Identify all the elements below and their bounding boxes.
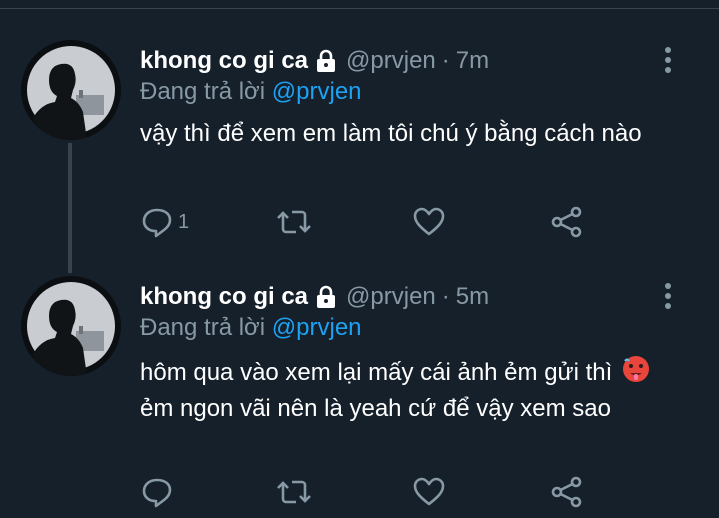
share-icon[interactable] bbox=[550, 475, 584, 509]
like-button[interactable] bbox=[412, 204, 446, 240]
separator-dot: · bbox=[441, 283, 450, 310]
timestamp[interactable]: 5m bbox=[456, 283, 489, 311]
tweet[interactable]: khong co gi ca @prvjen · 7m Đang trả lời… bbox=[0, 36, 719, 276]
tweet-text-body: hôm qua vào xem lại mấy cái ảnh ẻm gửi t… bbox=[140, 358, 613, 386]
avatar[interactable] bbox=[21, 276, 121, 376]
share-icon[interactable] bbox=[550, 205, 584, 239]
tweet-header: khong co gi ca @prvjen · 7m bbox=[140, 46, 489, 76]
reply-icon[interactable] bbox=[140, 475, 174, 509]
more-icon[interactable] bbox=[664, 282, 672, 315]
tweet-actions bbox=[140, 474, 600, 510]
thread-line bbox=[68, 143, 72, 273]
replying-to: Đang trả lời @prvjen bbox=[140, 314, 362, 342]
tweet[interactable]: khong co gi ca @prvjen · 5m Đang trả lời… bbox=[0, 272, 719, 518]
retweet-icon[interactable] bbox=[276, 205, 312, 239]
reply-button[interactable] bbox=[140, 474, 178, 510]
replying-to-label: Đang trả lời bbox=[140, 78, 266, 105]
tweet-actions: 1 bbox=[140, 204, 600, 240]
tweet-header: khong co gi ca @prvjen · 5m bbox=[140, 282, 489, 312]
tweet-text-body-continued: ẻm ngon vãi nên là yeah cứ để vậy xem sa… bbox=[140, 395, 611, 422]
retweet-button[interactable] bbox=[276, 204, 312, 240]
replying-to: Đang trả lời @prvjen bbox=[140, 78, 362, 106]
mention-link[interactable]: @prvjen bbox=[272, 314, 362, 341]
reply-button[interactable]: 1 bbox=[140, 204, 189, 240]
mention-link[interactable]: @prvjen bbox=[272, 78, 362, 105]
avatar[interactable] bbox=[21, 40, 121, 140]
reply-count: 1 bbox=[178, 210, 190, 233]
display-name[interactable]: khong co gi ca bbox=[140, 47, 308, 75]
reply-icon[interactable] bbox=[140, 205, 174, 239]
share-button[interactable] bbox=[550, 204, 584, 240]
user-handle[interactable]: @prvjen bbox=[346, 47, 436, 75]
separator-dot: · bbox=[441, 47, 450, 74]
retweet-button[interactable] bbox=[276, 474, 312, 510]
like-icon[interactable] bbox=[412, 205, 446, 239]
display-name[interactable]: khong co gi ca bbox=[140, 283, 308, 311]
lock-icon bbox=[314, 49, 338, 73]
lock-icon bbox=[314, 285, 338, 309]
share-button[interactable] bbox=[550, 474, 584, 510]
replying-to-label: Đang trả lời bbox=[140, 314, 266, 341]
top-divider bbox=[0, 8, 719, 9]
tweet-text: vậy thì để xem em làm tôi chú ý bằng các… bbox=[140, 118, 680, 150]
tweet-text: hôm qua vào xem lại mấy cái ảnh ẻm gửi t… bbox=[140, 354, 680, 425]
user-handle[interactable]: @prvjen bbox=[346, 283, 436, 311]
timestamp[interactable]: 7m bbox=[456, 47, 489, 75]
more-icon[interactable] bbox=[664, 46, 672, 79]
hot-face-emoji bbox=[621, 354, 651, 393]
like-icon[interactable] bbox=[412, 475, 446, 509]
retweet-icon[interactable] bbox=[276, 475, 312, 509]
like-button[interactable] bbox=[412, 474, 446, 510]
tweet-text-body: vậy thì để xem em làm tôi chú ý bằng các… bbox=[140, 120, 642, 147]
